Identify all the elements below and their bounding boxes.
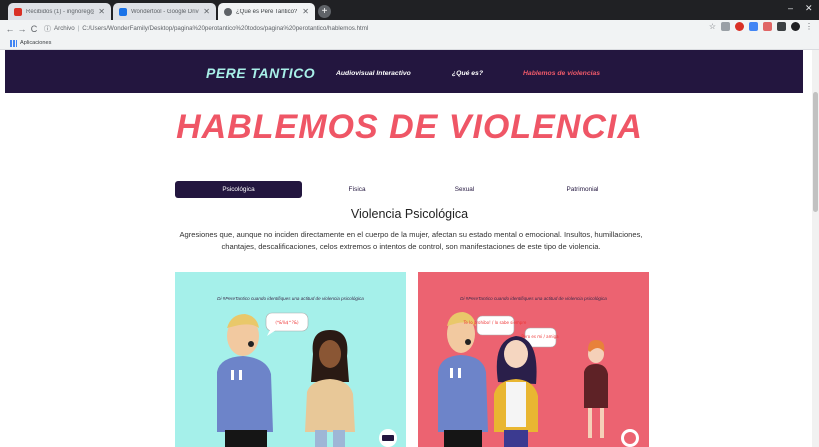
new-tab-button[interactable]: + (318, 5, 331, 18)
menu-icon[interactable]: ⋮ (805, 22, 813, 31)
extension-icon[interactable] (777, 22, 786, 31)
tab-fisica[interactable]: Física (302, 181, 412, 198)
apps-grid-icon (10, 39, 17, 47)
extension-icon[interactable] (721, 22, 730, 31)
extensions-area: ☆ ⋮ (709, 22, 813, 31)
close-icon[interactable]: ✕ (98, 7, 105, 16)
apps-link[interactable]: Aplicaciones (20, 40, 51, 46)
section-description: Agresiones que, aunque no inciden direct… (179, 230, 643, 251)
tab-label: Wondertool - Google Drive (131, 8, 200, 15)
extension-icon[interactable] (735, 22, 744, 31)
address-bar[interactable]: ⓘ Archivo | C:/Users/WonderFamily/Deskto… (44, 22, 734, 35)
page-title: HABLEMOS DE VIOLENCIA (176, 108, 643, 146)
minimize-icon[interactable]: ‒ (788, 3, 793, 13)
speech-bubble-text: (*&%$^?&) (275, 320, 299, 325)
section-title: Violencia Psicológica (350, 207, 469, 221)
close-window-icon[interactable]: ✕ (805, 3, 813, 14)
illustration-card-1: (*&%$^?&) Di #PereTantico cuando identif… (175, 272, 406, 447)
speech-bubble-text: Pero es mi / amiga (521, 334, 559, 339)
back-icon[interactable]: ← (4, 24, 16, 34)
close-icon[interactable]: ✕ (302, 7, 309, 16)
browser-toolbar: ← → C ⓘ Archivo | C:/Users/WonderFamily/… (0, 20, 819, 37)
nav-link-audiovisual[interactable]: Audiovisual Interactivo (336, 70, 411, 77)
divider: | (77, 25, 80, 32)
violence-type-tabs: Psicológica Física Sexual Patrimonial (175, 181, 648, 198)
card-caption: Di #PereTantico cuando identifiques una … (460, 296, 607, 301)
info-icon: ⓘ (44, 25, 51, 33)
site-navbar: PERE TANTICO Audiovisual Interactivo ¿Qu… (5, 50, 803, 93)
web-page: PERE TANTICO Audiovisual Interactivo ¿Qu… (0, 50, 819, 447)
bookmarks-bar: Aplicaciones (0, 37, 819, 50)
speech-bubble-text: Te lo prohibo! / lo sabe siempre (463, 320, 527, 325)
browser-tab-gmail[interactable]: Recibidos (1) - ingnoreg@student.es ✕ (8, 3, 111, 20)
nav-link-que-es[interactable]: ¿Qué es? (452, 70, 483, 77)
browser-tabstrip: Recibidos (1) - ingnoreg@student.es ✕ Wo… (0, 0, 819, 20)
card-caption: Di #PereTantico cuando identifiques una … (217, 296, 364, 301)
globe-icon (224, 7, 232, 16)
tab-label: Recibidos (1) - ingnoreg@student.es (26, 8, 95, 15)
star-icon[interactable]: ☆ (709, 22, 716, 31)
extension-icon[interactable] (749, 22, 758, 31)
browser-tab-current[interactable]: ¿Qué es Pere Tantico? ✕ (218, 3, 315, 20)
scrollbar-thumb[interactable] (813, 92, 818, 212)
browser-tab-drive[interactable]: Wondertool - Google Drive ✕ (113, 3, 216, 20)
gmail-icon (14, 7, 22, 16)
drive-icon (119, 7, 127, 16)
extension-icon[interactable] (763, 22, 772, 31)
forward-icon[interactable]: → (16, 24, 28, 34)
tab-psicologica[interactable]: Psicológica (175, 181, 302, 198)
reload-icon[interactable]: C (28, 24, 40, 34)
tab-sexual[interactable]: Sexual (412, 181, 517, 198)
brand-logo[interactable]: PERE TANTICO (206, 65, 315, 81)
nav-link-hablemos[interactable]: Hablemos de violencias (523, 70, 600, 77)
profile-avatar[interactable] (791, 22, 800, 31)
address-url: C:/Users/WonderFamily/Desktop/pagina%20p… (82, 25, 369, 32)
tab-label: ¿Qué es Pere Tantico? (236, 8, 298, 15)
address-scheme-label: Archivo (54, 25, 75, 32)
close-icon[interactable]: ✕ (203, 7, 210, 16)
illustration-card-2: Te lo prohibo! / lo sabe siempre Pero es… (418, 272, 649, 447)
tab-patrimonial[interactable]: Patrimonial (517, 181, 648, 198)
